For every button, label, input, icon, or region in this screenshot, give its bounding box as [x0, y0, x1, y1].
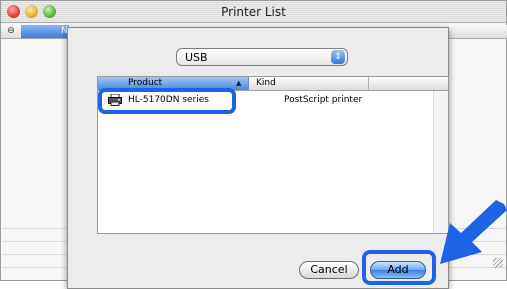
kind-column-label: Kind: [256, 78, 276, 88]
pointer-arrow-icon: [440, 200, 507, 264]
background-column-header-right: [451, 25, 507, 38]
kind-column-header[interactable]: Kind: [249, 77, 369, 90]
background-name-column-header[interactable]: N: [21, 25, 69, 38]
popup-arrows-icon: ⇕: [331, 50, 345, 64]
window-titlebar[interactable]: Printer List: [1, 1, 506, 23]
cancel-button[interactable]: Cancel: [299, 261, 359, 279]
collapse-icon[interactable]: ⊖: [1, 25, 22, 38]
add-button-highlight: [362, 250, 436, 285]
connection-type-value: USB: [185, 51, 208, 64]
window-title: Printer List: [221, 5, 286, 19]
background-list-rows-left: [2, 216, 68, 276]
connection-type-select[interactable]: USB ⇕: [176, 48, 348, 66]
sort-ascending-icon: ▲: [236, 79, 242, 87]
product-row-highlight: [98, 88, 236, 114]
kind-value: PostScript printer: [284, 95, 363, 105]
